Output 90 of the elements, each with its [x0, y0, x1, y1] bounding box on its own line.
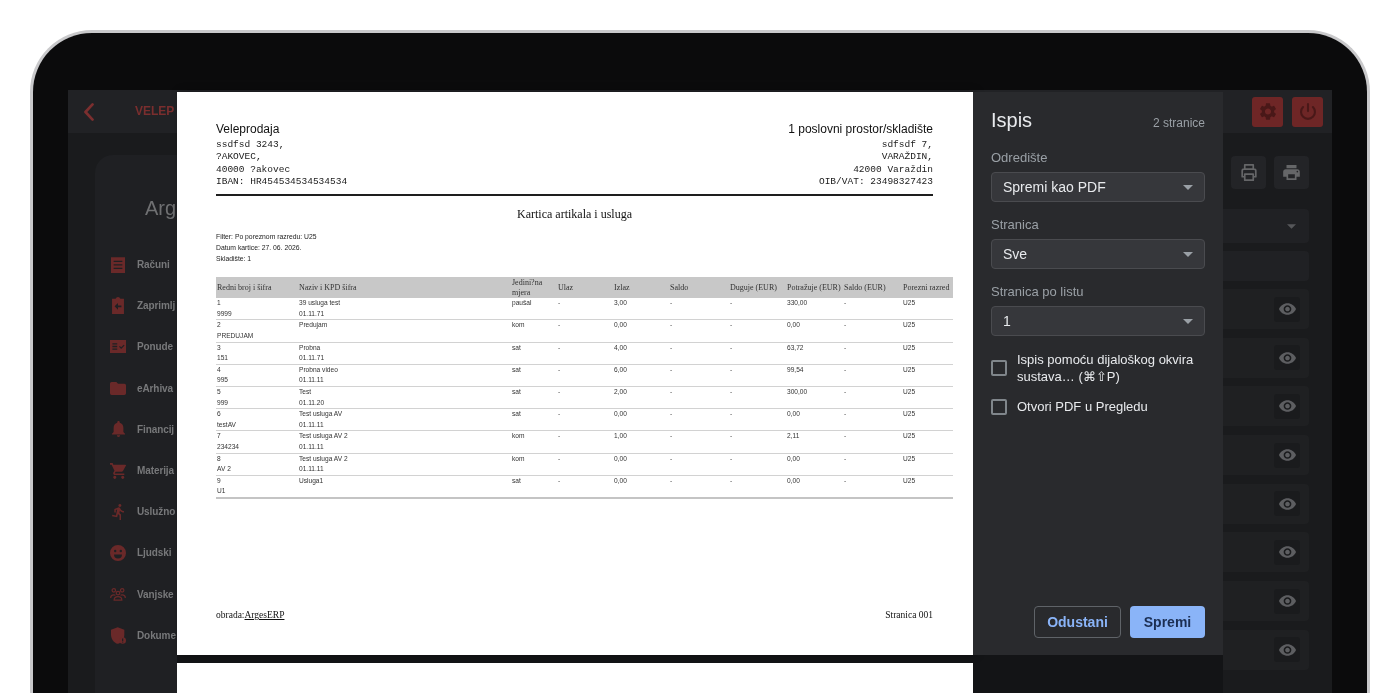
address-line: ?AKOVEC,: [216, 151, 262, 164]
column-header: Naziv i KPD šifra: [299, 282, 357, 293]
view-button[interactable]: [1274, 539, 1300, 565]
print-button[interactable]: [1231, 156, 1266, 189]
field-label: Stranica: [991, 217, 1039, 233]
sidebar-item[interactable]: eArhiva: [110, 367, 173, 409]
sidebar-item[interactable]: Financij: [110, 408, 174, 450]
checkbox-label: Otvori PDF u Pregledu: [1017, 398, 1149, 415]
address-line: 42000 Varaždin: [853, 163, 933, 176]
eye-icon: [1278, 546, 1296, 559]
power-button[interactable]: [1292, 96, 1323, 127]
folder-icon: [110, 381, 126, 395]
address-line: IBAN: HR454534534534534: [216, 175, 348, 189]
select-field[interactable]: Spremi kao PDF: [991, 172, 1205, 202]
view-button[interactable]: [1274, 588, 1300, 614]
checkbox[interactable]: [991, 360, 1007, 376]
address-line: OIB/VAT: 23498327423: [818, 175, 933, 189]
sidebar-item[interactable]: Uslužno: [110, 491, 176, 533]
checklist-icon: [110, 340, 126, 354]
column-header: Saldo: [670, 282, 689, 293]
page-number: Stranica 001: [885, 609, 933, 621]
column-header: Duguje (EUR): [730, 282, 777, 293]
view-button[interactable]: [1274, 637, 1300, 663]
column-header: Jedini?na mjera: [512, 277, 544, 298]
sidebar-item[interactable]: Ljudski: [110, 532, 172, 574]
caret-icon: [1183, 184, 1193, 190]
face-icon: [110, 544, 126, 561]
caret-icon: [1183, 251, 1193, 257]
cart-icon: [110, 462, 126, 479]
field-label: Stranica po listu: [991, 284, 1084, 300]
printer-icon: [1283, 165, 1300, 180]
people-icon: [110, 586, 126, 602]
app-title: VELEP: [135, 104, 175, 119]
dialog-title: Ispis: [991, 108, 1033, 132]
eye-icon: [1278, 351, 1296, 364]
address-line: VARAŽDIN,: [881, 151, 933, 164]
sidebar-item[interactable]: Ponude: [110, 326, 174, 368]
column-header: Potražuje (EUR): [787, 282, 841, 293]
column-header: Saldo (EUR): [844, 282, 886, 293]
eye-icon: [1278, 400, 1296, 413]
checkbox[interactable]: [991, 398, 1007, 415]
column-header: Izlaz: [614, 282, 630, 293]
sidebar-item[interactable]: Dokume: [110, 614, 176, 656]
address-line: 40000 ?akovec: [216, 163, 291, 176]
eye-icon: [1278, 449, 1296, 462]
page-count: 2 stranice: [1152, 116, 1205, 131]
select-field[interactable]: 1: [991, 306, 1205, 336]
sidebar-item[interactable]: Računi: [110, 244, 170, 286]
eye-icon: [1278, 497, 1296, 510]
document-title: Kartica artikala i usluga: [517, 206, 632, 223]
sidebar-title: Arg: [145, 196, 177, 220]
view-button[interactable]: [1274, 393, 1300, 419]
view-button[interactable]: [1274, 491, 1300, 517]
back-icon[interactable]: [84, 102, 94, 121]
app-link[interactable]: ArgesERP: [244, 610, 285, 620]
print-button[interactable]: [1274, 156, 1309, 189]
column-header: Porezni razred: [903, 282, 950, 293]
select-field[interactable]: Sve: [991, 239, 1205, 269]
eye-icon: [1278, 643, 1296, 656]
cancel-button[interactable]: Odustani: [1034, 606, 1121, 638]
power-icon: [1299, 103, 1316, 120]
checkbox-label: Ispis pomoću dijaloškog okvira sustava… (⌘⇧P): [1017, 351, 1195, 385]
printer-icon: [1240, 164, 1257, 181]
shield-icon: [110, 626, 126, 644]
clipboard-arrow-icon: [112, 297, 124, 315]
sidebar-item[interactable]: Materija: [110, 449, 174, 492]
field-label: Odredište: [991, 150, 1048, 166]
sidebar-item[interactable]: Zaprimlj: [110, 285, 176, 327]
column-header: Ulaz: [558, 282, 574, 293]
footer-credit: obrada:ArgesERP: [216, 609, 285, 621]
eye-icon: [1278, 595, 1296, 608]
company-name: Veleprodaja: [216, 122, 280, 137]
eye-icon: [1278, 303, 1296, 315]
dropdown-field[interactable]: [1223, 209, 1309, 243]
view-button[interactable]: [1274, 442, 1300, 468]
settings-icon: [1259, 103, 1276, 120]
caret-icon: [1287, 223, 1296, 229]
view-button[interactable]: [1274, 345, 1300, 371]
runner-icon: [112, 503, 124, 520]
document-icon: [111, 256, 125, 273]
address-line: sdfsdf 7,: [881, 139, 933, 151]
caret-icon: [1183, 318, 1193, 324]
bell-icon: [111, 421, 125, 438]
save-button[interactable]: Spremi: [1130, 606, 1205, 638]
view-button[interactable]: [1274, 296, 1300, 322]
settings-button[interactable]: [1252, 96, 1283, 127]
location-name: 1 poslovni prostor/skladište: [788, 122, 933, 137]
sidebar-item[interactable]: Vanjske: [110, 573, 174, 615]
address-line: ssdfsd 3243,: [216, 139, 285, 152]
column-header: Redni broj i šifra: [217, 282, 272, 293]
